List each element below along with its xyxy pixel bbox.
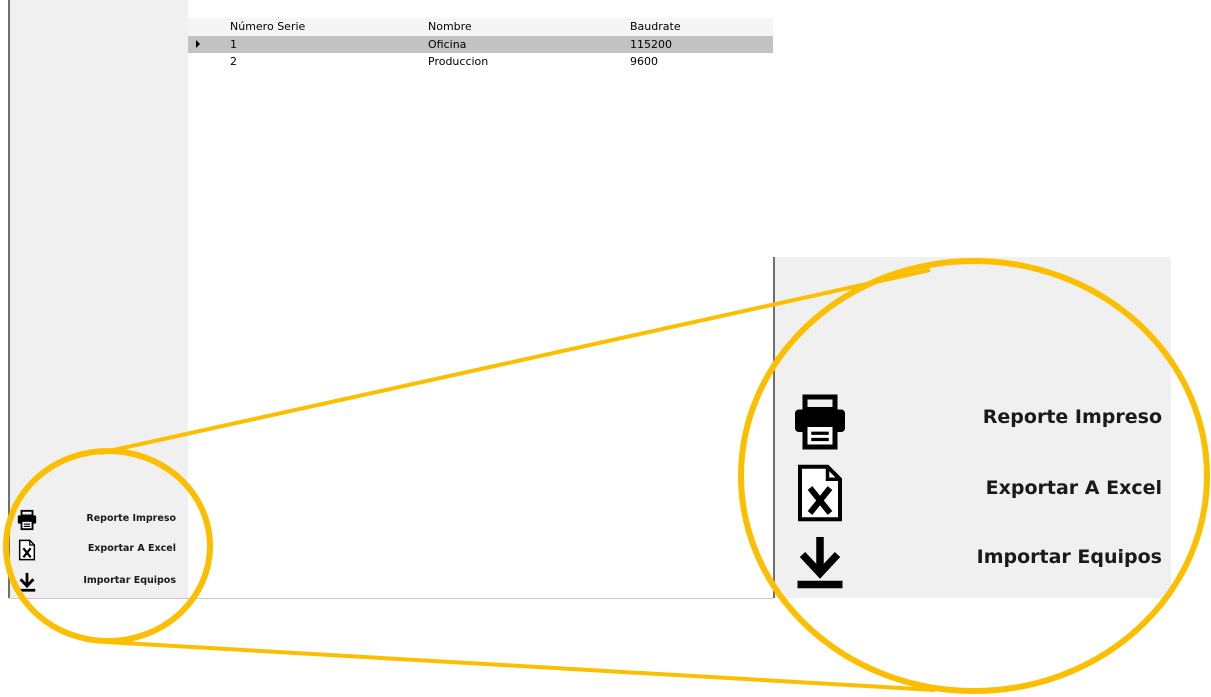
current-row-arrow-icon <box>196 40 200 48</box>
import-equipment-label: Importar Equipos <box>976 546 1162 568</box>
row-header[interactable] <box>188 53 224 70</box>
cell-serie[interactable]: 2 <box>230 55 237 68</box>
row-header[interactable] <box>188 36 224 53</box>
print-report-button-zoomed[interactable]: Reporte Impreso <box>790 392 1162 452</box>
export-excel-label: Exportar A Excel <box>87 543 176 554</box>
zoom-callout-border <box>773 257 775 598</box>
table-row[interactable]: 2 Produccion 9600 <box>188 53 773 70</box>
cell-serie[interactable]: 1 <box>230 38 237 51</box>
cell-baudrate[interactable]: 115200 <box>630 38 672 51</box>
table-row[interactable]: 1 Oficina 115200 <box>188 36 773 53</box>
export-excel-label: Exportar A Excel <box>985 477 1162 499</box>
download-arrow-icon <box>18 572 36 592</box>
excel-file-icon <box>18 539 36 561</box>
import-equipment-label: Importar Equipos <box>83 575 176 586</box>
connector-line-bottom <box>104 640 936 692</box>
print-report-label: Reporte Impreso <box>86 513 176 524</box>
printer-icon <box>795 394 845 450</box>
print-report-button[interactable]: Reporte Impreso <box>12 509 182 531</box>
import-equipment-button-zoomed[interactable]: Importar Equipos <box>790 532 1162 592</box>
print-report-label: Reporte Impreso <box>982 406 1162 428</box>
column-header-nombre[interactable]: Nombre <box>428 20 472 33</box>
equipment-grid: Número Serie Nombre Baudrate 1 Oficina 1… <box>188 0 773 598</box>
import-equipment-button[interactable]: Importar Equipos <box>12 571 182 593</box>
download-arrow-icon <box>797 537 843 589</box>
printer-icon <box>17 509 37 531</box>
grid-header-row: Número Serie Nombre Baudrate <box>188 18 773 36</box>
excel-file-icon <box>798 464 842 522</box>
export-excel-button[interactable]: Exportar A Excel <box>12 539 182 561</box>
column-header-serie[interactable]: Número Serie <box>230 20 305 33</box>
bottom-divider <box>10 598 773 599</box>
export-excel-button-zoomed[interactable]: Exportar A Excel <box>790 463 1162 523</box>
cell-baudrate[interactable]: 9600 <box>630 55 658 68</box>
cell-nombre[interactable]: Oficina <box>428 38 466 51</box>
column-header-baudrate[interactable]: Baudrate <box>630 20 681 33</box>
cell-nombre[interactable]: Produccion <box>428 55 488 68</box>
grid-top-strip <box>188 0 773 12</box>
